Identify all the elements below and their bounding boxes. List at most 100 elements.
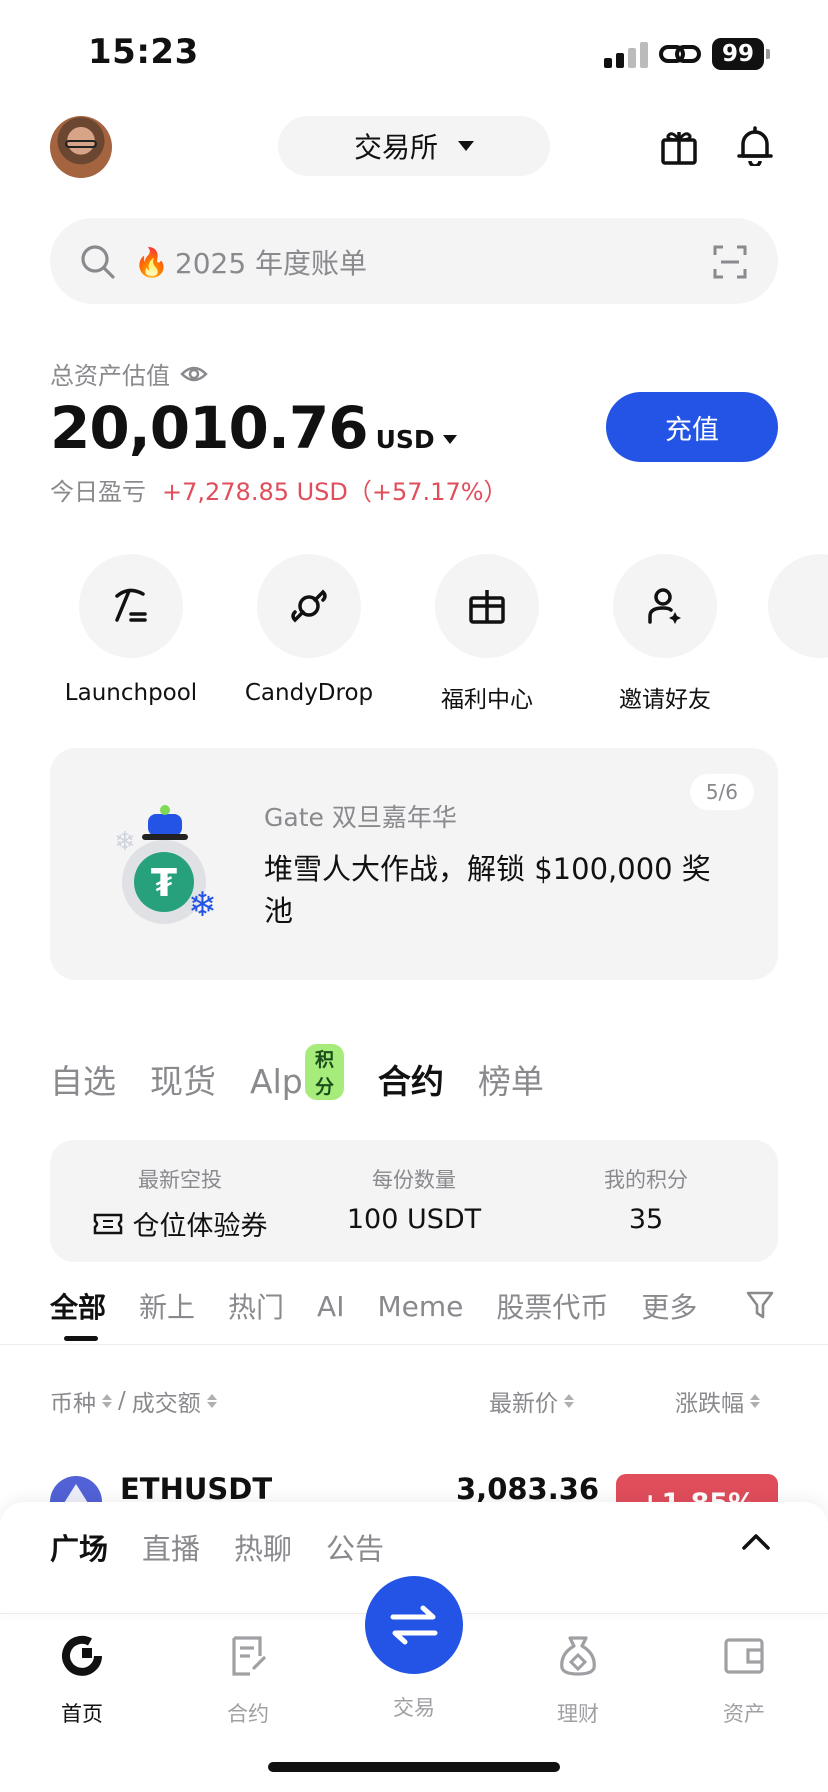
column-header-change[interactable]: 涨跌幅 <box>675 1384 760 1418</box>
tab-spot[interactable]: 现货 <box>150 1055 216 1103</box>
quick-action-label: 邀请好友 <box>619 687 711 713</box>
nav-assets[interactable]: 资产 <box>684 1634 804 1728</box>
tab-favorites[interactable]: 自选 <box>50 1055 116 1103</box>
category-stock-tokens[interactable]: 股票代币 <box>496 1286 608 1326</box>
earn-icon <box>560 1636 596 1676</box>
sort-icon <box>750 1394 760 1408</box>
info-value: 仓位体验券 <box>132 1211 268 1242</box>
chevron-up-icon[interactable] <box>740 1530 772 1554</box>
battery-icon: 99 <box>712 38 770 70</box>
tab-square[interactable]: 广场 <box>50 1526 108 1568</box>
nav-label: 首页 <box>61 1702 103 1726</box>
sort-icon <box>102 1394 112 1408</box>
category-more[interactable]: 更多 <box>641 1286 697 1326</box>
ticket-icon <box>93 1213 122 1234</box>
pair-price: 3,083.36 <box>456 1472 600 1506</box>
avatar[interactable] <box>50 116 112 178</box>
filter-icon[interactable] <box>746 1290 774 1320</box>
quick-action-benefits[interactable]: 福利中心 <box>412 554 562 714</box>
divider <box>0 1344 828 1345</box>
quick-action-partial[interactable] <box>768 554 828 658</box>
square-tabs: 广场 直播 热聊 公告 <box>50 1526 384 1568</box>
nav-label: 理财 <box>557 1702 599 1726</box>
category-tabs: 全部 新上 热门 AI Meme 股票代币 更多 <box>50 1286 697 1326</box>
futures-airdrop-card[interactable]: 最新空投 仓位体验券 每份数量 100 USDT 我的积分 35 <box>50 1140 778 1262</box>
column-label: 涨跌幅 <box>675 1391 744 1417</box>
column-header-coin[interactable]: 币种 / 成交额 <box>50 1384 217 1418</box>
promo-banner[interactable]: ❄ ₮ ❄ Gate 双旦嘉年华 堆雪人大作战，解锁 $100,000 奖池 5… <box>50 748 778 980</box>
snowman-usdt-illustration: ❄ ₮ ❄ <box>114 805 217 925</box>
tab-announcements[interactable]: 公告 <box>326 1526 384 1568</box>
tab-live[interactable]: 直播 <box>142 1526 200 1568</box>
column-header-price[interactable]: 最新价 <box>489 1384 574 1418</box>
status-time: 15:23 <box>88 32 199 72</box>
caret-down-icon <box>458 141 474 151</box>
points-badge: 积分 <box>305 1044 345 1100</box>
banner-page-indicator: 5/6 <box>689 774 754 810</box>
total-assets-value: 20,010.76 <box>50 394 369 462</box>
info-title: 最新空投 <box>138 1168 222 1192</box>
tab-alpha[interactable]: Alpha 积分 <box>250 1044 345 1101</box>
exchange-mode-dropdown[interactable]: 交易所 <box>278 116 550 176</box>
nav-label: 合约 <box>227 1702 269 1726</box>
my-points: 我的积分 35 <box>546 1164 746 1235</box>
nav-home[interactable]: 首页 <box>22 1634 142 1728</box>
active-tab-indicator <box>64 1336 98 1341</box>
sort-icon <box>206 1394 217 1408</box>
caret-down-icon <box>442 435 457 444</box>
battery-level: 99 <box>712 38 764 70</box>
info-value: 100 USDT <box>346 1204 482 1235</box>
pickaxe-icon <box>115 588 147 622</box>
column-label: 成交额 <box>131 1391 201 1417</box>
tab-futures[interactable]: 合约 <box>378 1055 444 1103</box>
deposit-button[interactable]: 充值 <box>606 392 778 462</box>
tab-hot-chat[interactable]: 热聊 <box>234 1526 292 1568</box>
quick-action-label: 福利中心 <box>441 687 533 713</box>
category-hot[interactable]: 热门 <box>228 1286 284 1326</box>
currency-selector[interactable]: USD <box>376 425 457 454</box>
exchange-mode-label: 交易所 <box>353 131 438 164</box>
svg-text:❄: ❄ <box>114 827 136 857</box>
quick-action-candydrop[interactable]: CandyDrop <box>234 554 384 706</box>
gift-icon[interactable] <box>660 128 698 166</box>
nav-label: 交易 <box>393 1696 435 1720</box>
category-new[interactable]: 新上 <box>139 1286 195 1326</box>
quick-action-launchpool[interactable]: Launchpool <box>56 554 206 706</box>
column-label: 最新价 <box>489 1391 558 1417</box>
svg-text:₮: ₮ <box>151 861 177 905</box>
gift-icon <box>469 590 505 624</box>
nav-trade-button[interactable] <box>365 1576 463 1674</box>
currency-label: USD <box>375 425 435 454</box>
swap-icon <box>390 1605 438 1645</box>
sort-icon <box>564 1394 574 1408</box>
search-icon <box>81 245 115 279</box>
link-icon <box>659 45 701 63</box>
category-meme[interactable]: Meme <box>377 1290 463 1323</box>
category-ai[interactable]: AI <box>317 1290 344 1323</box>
home-indicator <box>268 1762 560 1772</box>
nav-earn[interactable]: 理财 <box>518 1634 638 1728</box>
quick-action-label: Launchpool <box>64 680 198 706</box>
nav-label: 资产 <box>723 1702 765 1726</box>
quick-action-invite[interactable]: 邀请好友 <box>590 554 740 714</box>
quick-action-label: CandyDrop <box>244 680 374 706</box>
pnl-label: 今日盈亏 <box>50 478 146 506</box>
search-bar[interactable]: 🔥 2025 年度账单 <box>50 218 778 304</box>
banner-title: 堆雪人大作战，解锁 $100,000 奖池 <box>264 852 711 928</box>
scan-icon[interactable] <box>712 244 748 280</box>
notification-bell-icon[interactable] <box>736 126 774 166</box>
latest-airdrop: 最新空投 仓位体验券 <box>80 1164 280 1243</box>
futures-icon <box>232 1636 266 1676</box>
info-title: 我的积分 <box>604 1168 688 1192</box>
tab-rankings[interactable]: 榜单 <box>478 1055 544 1103</box>
category-all[interactable]: 全部 <box>50 1286 106 1326</box>
eye-icon[interactable] <box>180 364 208 384</box>
fire-icon: 🔥 <box>134 245 169 279</box>
cellular-signal-icon <box>604 42 648 68</box>
candy-icon <box>291 589 327 623</box>
pair-symbol[interactable]: ETHUSDT <box>120 1472 272 1506</box>
banner-subtitle: Gate 双旦嘉年华 <box>264 803 457 832</box>
svg-text:❄: ❄ <box>188 885 217 925</box>
nav-futures[interactable]: 合约 <box>188 1634 308 1728</box>
invite-user-icon <box>648 588 681 624</box>
